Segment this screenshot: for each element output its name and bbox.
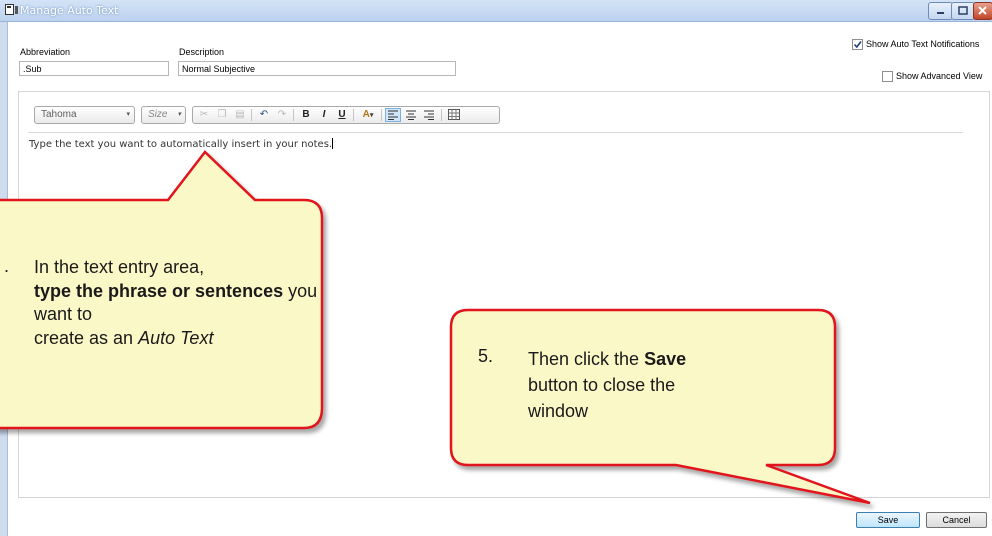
insert-table-icon[interactable]: [446, 108, 462, 122]
italic-button[interactable]: I: [316, 108, 332, 122]
show-notifications-label: Show Auto Text Notifications: [866, 39, 980, 49]
undo-icon[interactable]: ↶: [256, 108, 272, 122]
left-callout-bold: type the phrase or sentences: [34, 280, 284, 301]
size-select-placeholder: Size: [148, 109, 168, 120]
save-button[interactable]: Save: [856, 512, 920, 528]
font-select-value: Tahoma: [41, 109, 77, 120]
cancel-button[interactable]: Cancel: [926, 512, 987, 528]
show-advanced-label: Show Advanced View: [896, 71, 983, 81]
text-caret: [332, 138, 334, 149]
toolbar-rule: [28, 132, 963, 133]
redo-icon[interactable]: ↷: [274, 108, 290, 122]
close-button[interactable]: [973, 2, 992, 20]
right-callout-line-1: Then click the: [528, 349, 645, 369]
left-callout-italic: Auto Text: [138, 327, 214, 348]
window-title: Manage Auto Text: [20, 4, 119, 17]
align-right-icon[interactable]: [421, 108, 437, 122]
right-callout-text: Then click the Save button to close the …: [528, 346, 818, 424]
maximize-button[interactable]: [951, 2, 975, 20]
copy-icon[interactable]: ❐: [214, 108, 230, 122]
editor-text-area[interactable]: Type the text you want to automatically …: [29, 138, 334, 150]
paste-icon[interactable]: ▤: [232, 108, 248, 122]
left-callout-number: .: [4, 256, 10, 276]
toolbar-divider: [251, 109, 252, 121]
left-callout-text: In the text entry area, type the phrase …: [34, 256, 319, 350]
underline-button[interactable]: U: [334, 108, 350, 122]
align-left-icon[interactable]: [385, 108, 401, 122]
minimize-icon: [937, 12, 944, 14]
abbreviation-input[interactable]: .Sub: [19, 61, 169, 76]
window-left-border: [0, 21, 8, 536]
formatting-toolbar: ✂ ❐ ▤ ↶ ↷ B I U A▾: [192, 106, 500, 124]
toolbar-divider: [441, 109, 442, 121]
right-callout-line-3: window: [528, 401, 589, 421]
show-notifications-checkbox[interactable]: [852, 39, 863, 50]
size-select[interactable]: Size ▾: [141, 106, 186, 124]
align-center-icon[interactable]: [403, 108, 419, 122]
toolbar-divider: [353, 109, 354, 121]
description-input[interactable]: Normal Subjective: [178, 61, 456, 76]
left-callout-line-1: In the text entry area,: [34, 257, 205, 277]
font-color-icon[interactable]: A▾: [357, 108, 379, 122]
minimize-button[interactable]: [928, 2, 953, 20]
bold-button[interactable]: B: [298, 108, 314, 122]
right-callout-number: 5.: [478, 346, 494, 366]
maximize-icon: [958, 6, 968, 15]
toolbar-divider: [381, 109, 382, 121]
app-icon: [5, 4, 18, 15]
right-callout-bold: Save: [644, 349, 687, 369]
description-label: Description: [179, 47, 225, 57]
toolbar-divider: [293, 109, 294, 121]
right-callout-line-2: button to close the: [528, 375, 676, 395]
close-icon: [978, 6, 987, 15]
title-bar[interactable]: Manage Auto Text: [0, 0, 992, 22]
abbreviation-label: Abbreviation: [20, 47, 71, 57]
cut-icon[interactable]: ✂: [196, 108, 212, 122]
show-advanced-checkbox[interactable]: [882, 71, 893, 82]
editor-text: Type the text you want to automatically …: [29, 139, 333, 150]
chevron-down-icon: ▾: [126, 111, 130, 118]
checkmark-icon: [853, 41, 862, 49]
font-select[interactable]: Tahoma ▾: [34, 106, 135, 124]
chevron-down-icon: ▾: [177, 111, 181, 118]
left-callout-line-4: create as an: [34, 327, 139, 348]
